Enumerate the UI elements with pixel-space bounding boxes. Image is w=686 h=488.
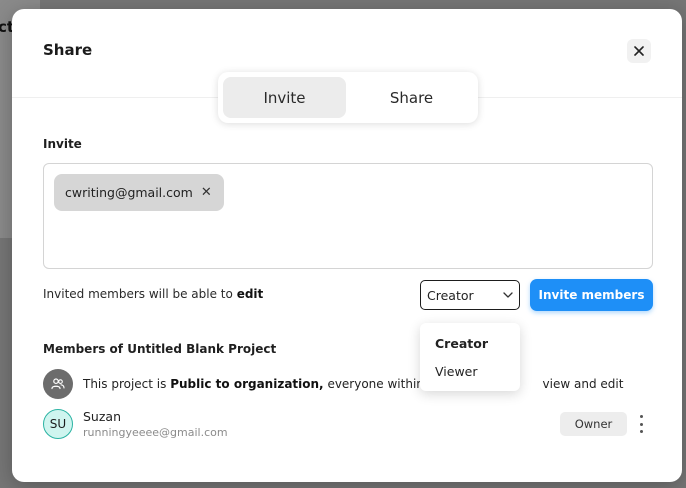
public-notice-row: This project is Public to organization, … [43, 369, 623, 399]
public-notice-text: This project is Public to organization, … [83, 377, 623, 391]
group-icon [43, 369, 73, 399]
role-badge: Owner [560, 412, 627, 436]
chevron-down-icon [503, 292, 513, 298]
public-notice-right-part: view and edit [542, 377, 624, 391]
email-chip: cwriting@gmail.com ✕ [54, 174, 224, 211]
role-select[interactable]: Creator [420, 280, 520, 310]
close-icon [634, 46, 644, 56]
more-options-icon[interactable] [637, 415, 645, 433]
members-section-title: Members of Untitled Blank Project [43, 342, 277, 356]
share-modal: Share Invite Share Invite cwriting@gmail… [12, 9, 682, 482]
share-tabs: Invite Share [218, 72, 478, 123]
email-chip-label: cwriting@gmail.com [65, 185, 193, 200]
public-notice-prefix: This project is [83, 377, 167, 391]
role-option-viewer[interactable]: Viewer [420, 357, 520, 385]
edit-permission-note: Invited members will be able to edit [43, 287, 263, 301]
invite-members-button[interactable]: Invite members [530, 279, 653, 311]
member-email: runningyeeee@gmail.com [83, 426, 228, 439]
edit-note-prefix: Invited members will be able to [43, 287, 233, 301]
member-name: Suzan [83, 409, 122, 424]
modal-title: Share [43, 41, 93, 59]
invite-section-label: Invite [43, 137, 82, 151]
close-button[interactable] [627, 39, 651, 63]
tab-share[interactable]: Share [350, 77, 473, 118]
edit-note-permission: edit [236, 287, 264, 301]
member-row: SU Suzan runningyeeee@gmail.com Owner [43, 408, 653, 442]
role-select-value: Creator [427, 287, 474, 303]
tab-invite[interactable]: Invite [223, 77, 346, 118]
invite-email-input[interactable]: cwriting@gmail.com ✕ [43, 163, 653, 269]
public-notice-emphasis: Public to organization, [170, 377, 324, 391]
avatar: SU [43, 409, 73, 439]
remove-chip-icon[interactable]: ✕ [201, 186, 212, 199]
role-option-creator[interactable]: Creator [420, 329, 520, 357]
role-dropdown-menu: Creator Viewer [420, 323, 520, 391]
